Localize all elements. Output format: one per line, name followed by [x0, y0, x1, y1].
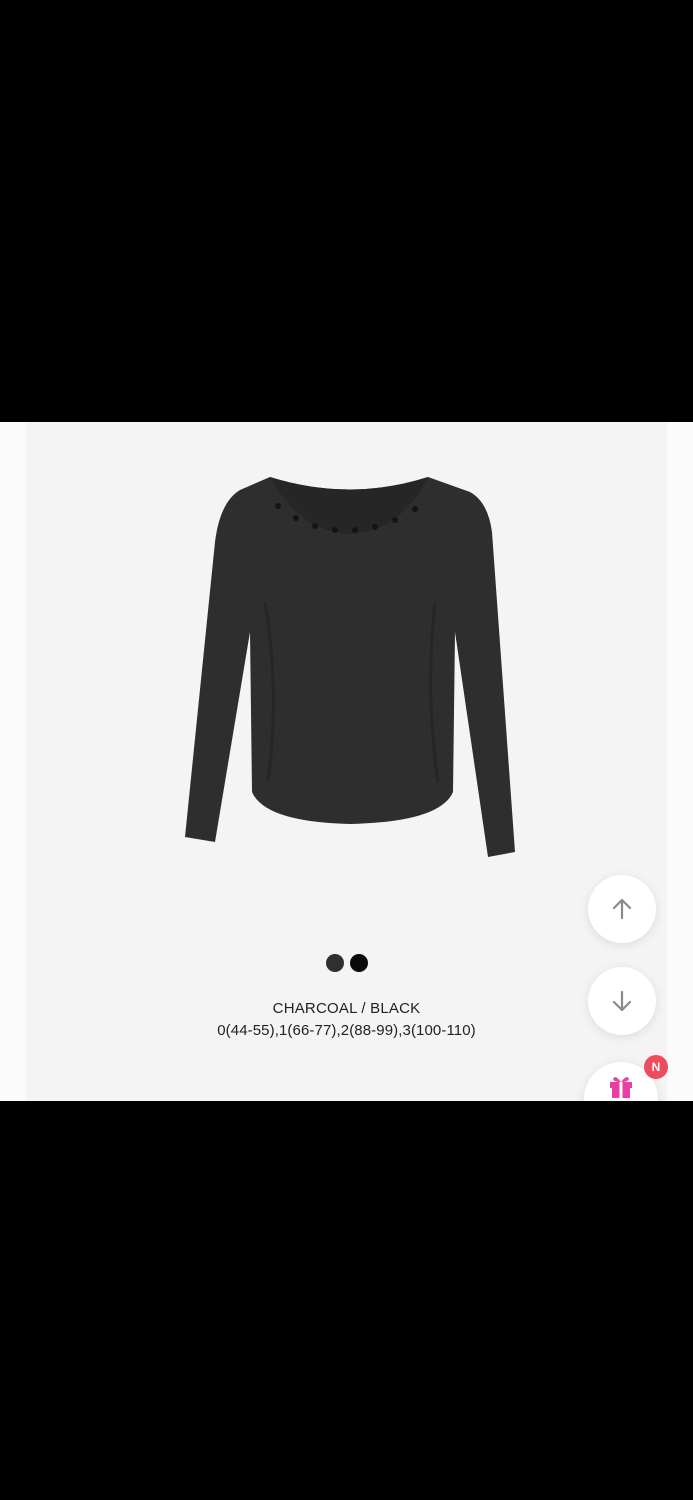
gift-icon [610, 1077, 632, 1098]
arrow-down-icon [612, 990, 632, 1012]
top-letterbox [0, 0, 693, 422]
color-swatches [0, 954, 693, 972]
scroll-up-button[interactable] [588, 875, 656, 943]
size-options-label: 0(44-55),1(66-77),2(88-99),3(100-110) [217, 1022, 476, 1039]
scroll-down-button[interactable] [588, 967, 656, 1035]
bottom-letterbox [0, 1101, 693, 1500]
swatch-black[interactable] [349, 954, 368, 972]
product-image [185, 477, 515, 857]
new-badge: N [644, 1055, 668, 1079]
product-detail-panel: CHARCOAL / BLACK 0(44-55),1(66-77),2(88-… [0, 422, 693, 1101]
swatch-charcoal[interactable] [325, 954, 344, 972]
arrow-up-icon [612, 898, 632, 920]
